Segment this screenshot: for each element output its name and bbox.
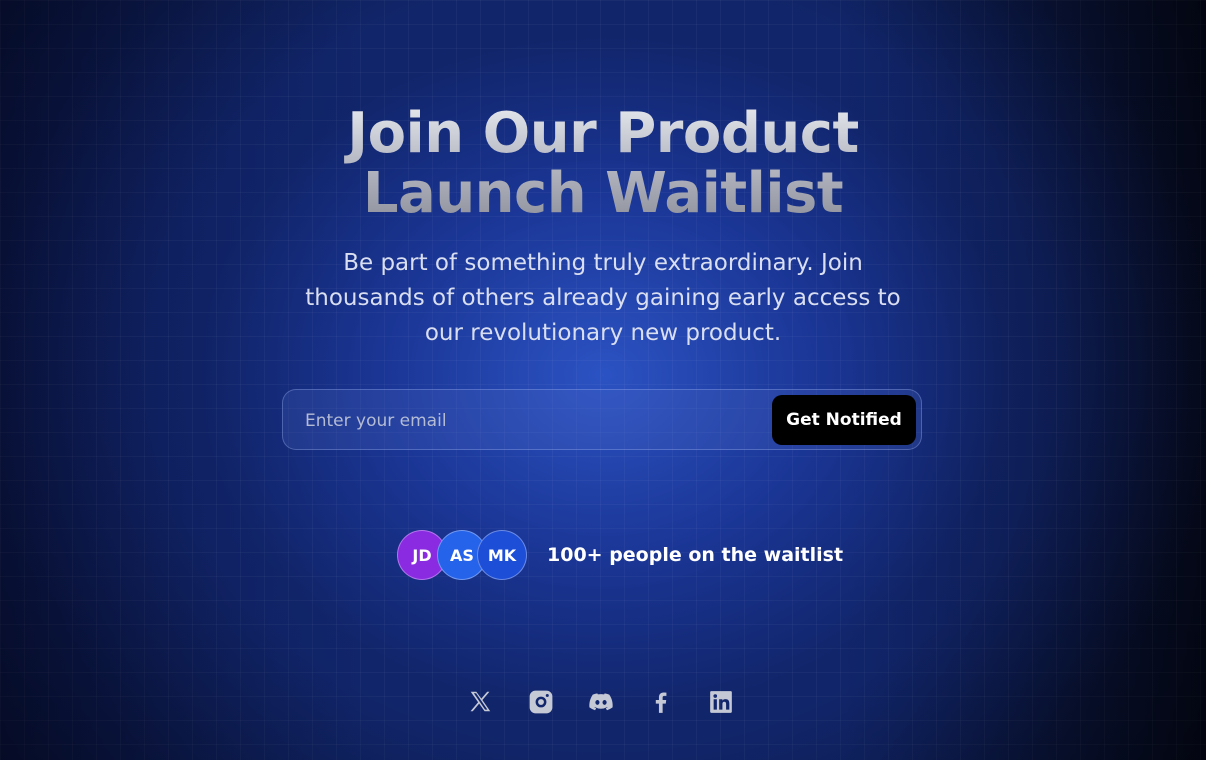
get-notified-button[interactable]: Get Notified: [772, 395, 916, 445]
page-title-line-1: Join Our Product: [347, 101, 859, 166]
waitlist-social-proof: JD AS MK 100+ people on the waitlist: [397, 530, 843, 580]
discord-link[interactable]: [587, 688, 615, 716]
waitlist-count: 100+ people on the waitlist: [547, 544, 844, 566]
linkedin-icon: [710, 691, 732, 713]
signup-form: Get Notified: [282, 389, 922, 451]
discord-icon: [589, 693, 613, 711]
instagram-link[interactable]: [527, 688, 555, 716]
linkedin-link[interactable]: [707, 688, 735, 716]
page-subtitle: Be part of something truly extraordinary…: [305, 250, 901, 346]
social-links: [467, 688, 735, 716]
waitlist-page: Join Our Product Launch Waitlist Be part…: [0, 0, 1206, 760]
x-twitter-link[interactable]: [467, 688, 495, 716]
x-twitter-icon: [470, 691, 491, 712]
facebook-link[interactable]: [647, 688, 675, 716]
avatar-stack: JD AS MK: [397, 530, 527, 580]
instagram-icon: [529, 690, 553, 714]
avatar: MK: [477, 530, 527, 580]
page-title-line-2: Launch Waitlist: [362, 161, 844, 226]
page-title: Join Our Product Launch Waitlist: [0, 104, 1206, 224]
email-field[interactable]: [303, 390, 767, 451]
facebook-icon: [655, 692, 667, 713]
